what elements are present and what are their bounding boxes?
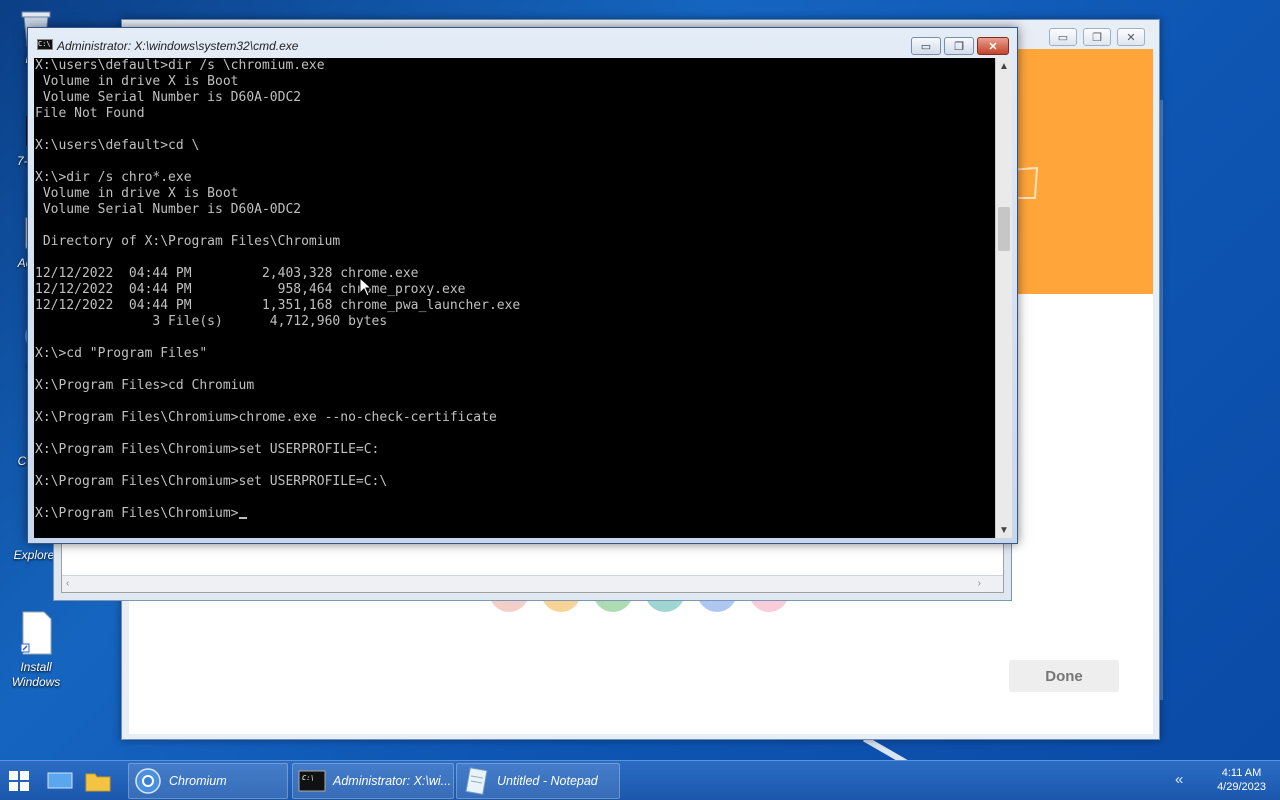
taskbar-task-label: Administrator: X:\wi... — [333, 774, 452, 788]
maximize-button[interactable]: ❐ — [1083, 28, 1111, 46]
svg-text:C:\: C:\ — [302, 774, 315, 782]
clock-date: 4/29/2023 — [1217, 781, 1266, 793]
mouse-pointer-icon — [359, 277, 373, 297]
taskbar-task-label: Untitled - Notepad — [497, 774, 598, 788]
text-cursor — [238, 517, 247, 519]
start-button[interactable] — [0, 761, 38, 800]
console-text: X:\users\default>dir /s \chromium.exe Vo… — [35, 58, 521, 521]
taskbar-pin-explorer[interactable] — [80, 765, 116, 797]
taskbar-pin-desktop[interactable] — [42, 765, 78, 797]
vertical-scrollbar[interactable]: ▲ ▼ — [995, 58, 1012, 538]
clock-time: 4:11 AM — [1221, 767, 1262, 779]
desktop-icon-install-windows[interactable]: Install Windows — [4, 610, 68, 690]
notepad-text-area[interactable]: ‹ › — [61, 541, 1004, 593]
title-bar[interactable]: C:\ Administrator: X:\windows\system32\c… — [28, 28, 1017, 58]
terminal-icon: C:\ — [297, 766, 327, 796]
document-icon — [18, 610, 54, 656]
folder-icon — [85, 773, 111, 792]
minimize-button[interactable]: ▭ — [911, 37, 941, 55]
notepad-icon — [461, 766, 491, 796]
scroll-left-icon[interactable]: ‹ — [66, 578, 69, 589]
taskbar: Chromium C:\ Administrator: X:\wi... Unt… — [0, 760, 1280, 800]
scroll-right-icon[interactable]: › — [978, 578, 981, 589]
window-controls: ▭ ❐ ✕ — [911, 37, 1009, 55]
orange-banner — [1007, 49, 1153, 294]
taskbar-task-label: Chromium — [169, 774, 227, 788]
scroll-down-icon[interactable]: ▼ — [996, 522, 1012, 538]
monitor-icon — [47, 772, 73, 789]
cmd-window[interactable]: C:\ Administrator: X:\windows\system32\c… — [27, 27, 1018, 544]
windows-logo-icon — [9, 771, 29, 791]
minimize-button[interactable]: ▭ — [1049, 28, 1077, 46]
show-hidden-icons-icon[interactable]: « — [1175, 771, 1183, 788]
close-button[interactable]: ✕ — [977, 37, 1009, 55]
system-clock[interactable]: 4:11 AM 4/29/2023 — [1217, 766, 1266, 794]
wallpaper-streak — [1160, 100, 1163, 700]
window-controls: ▭ ❐ ✕ — [1049, 28, 1145, 46]
horizontal-scrollbar[interactable]: ‹ › — [62, 575, 1003, 592]
scroll-thumb[interactable] — [998, 207, 1010, 251]
notepad-window[interactable]: ‹ › — [53, 536, 1012, 601]
restore-button[interactable]: ❐ — [944, 37, 974, 55]
console-output[interactable]: X:\users\default>dir /s \chromium.exe Vo… — [34, 58, 995, 538]
chromium-icon — [133, 766, 163, 796]
taskbar-task-notepad[interactable]: Untitled - Notepad — [456, 763, 620, 799]
cmd-app-icon: C:\ — [37, 39, 53, 50]
taskbar-task-cmd[interactable]: C:\ Administrator: X:\wi... — [292, 763, 454, 799]
done-button[interactable]: Done — [1009, 660, 1119, 692]
taskbar-task-chromium[interactable]: Chromium — [128, 763, 288, 799]
scroll-up-icon[interactable]: ▲ — [996, 58, 1012, 74]
close-button[interactable]: ✕ — [1117, 28, 1145, 46]
window-title: Administrator: X:\windows\system32\cmd.e… — [57, 39, 299, 53]
